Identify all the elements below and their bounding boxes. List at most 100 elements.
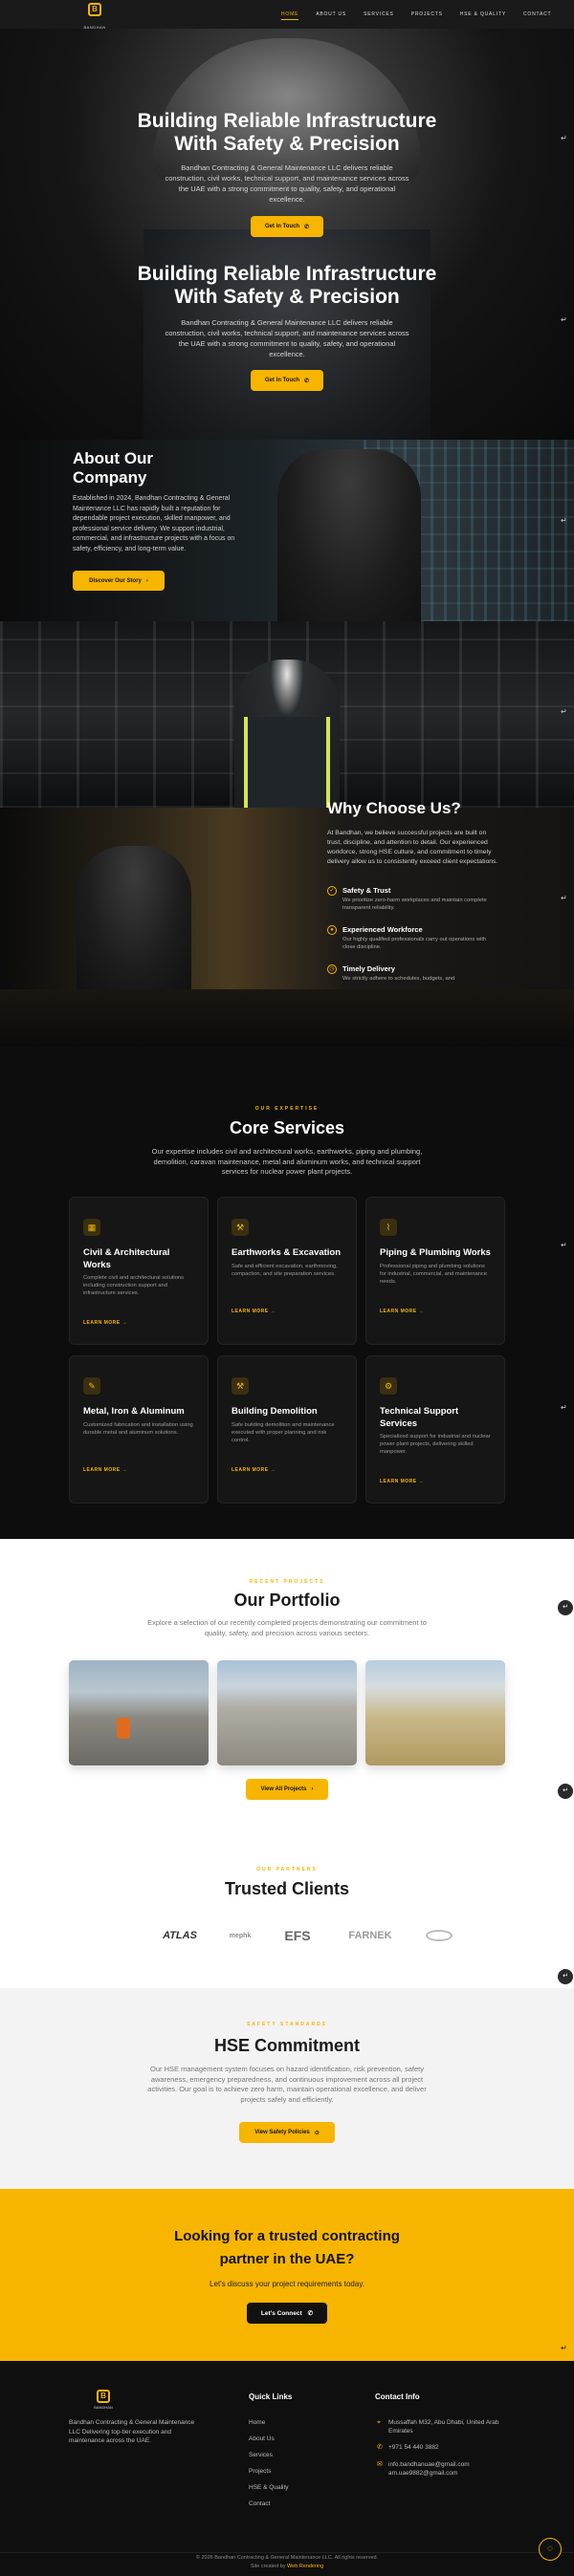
chat-icon[interactable]: ◌	[539, 2538, 562, 2561]
service-card-technical[interactable]: ⚙ Technical Support Services Specialized…	[365, 1355, 505, 1504]
side-arrow-icon[interactable]: ↵	[561, 315, 567, 324]
learn-more-link[interactable]: LEARN MORE →	[380, 1479, 424, 1484]
section-divider	[0, 989, 574, 1047]
clients-title: Trusted Clients	[224, 1879, 350, 1898]
side-arrow-icon[interactable]: ↵	[561, 707, 567, 716]
lets-connect-button[interactable]: Let's Connect ✆	[247, 2303, 327, 2324]
learn-more-link[interactable]: LEARN MORE →	[83, 1320, 127, 1326]
nav-link-services[interactable]: SERVICES	[364, 11, 394, 20]
project-image-3[interactable]	[365, 1660, 505, 1765]
hse-eyebrow: SAFETY STANDARDS	[246, 2022, 328, 2027]
learn-more-link[interactable]: LEARN MORE →	[83, 1467, 127, 1473]
worker-image	[277, 449, 421, 621]
services-eyebrow: OUR EXPERTISE	[254, 1106, 320, 1112]
shield-icon: ⊙	[314, 2130, 320, 2136]
portfolio-title: Our Portfolio	[233, 1591, 341, 1610]
footer-email[interactable]: ✉ info.bandhanuae@gmail.com am.uae9882@g…	[377, 2460, 470, 2478]
discover-story-button[interactable]: Discover Our Story ›	[73, 571, 165, 591]
hero-description: Bandhan Contracting & General Maintenanc…	[165, 163, 409, 204]
learn-more-link[interactable]: LEARN MORE →	[380, 1309, 424, 1314]
wrench-icon: ✎	[83, 1377, 100, 1395]
hammer-icon: ⚒	[232, 1377, 249, 1395]
contact-info-title: Contact Info	[375, 2392, 420, 2401]
cta-subtitle: Let's discuss your project requirements …	[210, 2280, 364, 2288]
hero-title: Building Reliable Infrastructure With Sa…	[137, 110, 437, 155]
learn-more-link[interactable]: LEARN MORE →	[232, 1309, 276, 1314]
view-safety-policies-button[interactable]: View Safety Policies ⊙	[239, 2122, 335, 2143]
footer-link-contact[interactable]: Contact	[249, 2500, 270, 2507]
hero-description-repeat: Bandhan Contracting & General Maintenanc…	[165, 318, 409, 358]
feature-workforce: ● Experienced Workforce Our highly quali…	[327, 925, 499, 954]
footer-divider	[0, 2552, 574, 2553]
side-arrow-icon[interactable]: ↵	[561, 1403, 567, 1412]
footer-address: ⌖ Mussaffah M32, Abu Dhabi, United Arab …	[377, 2419, 499, 2435]
phone-icon: ✆	[377, 2444, 383, 2451]
footer-phone[interactable]: ✆ +971 54 440 3882	[377, 2443, 439, 2452]
client-logo-atlas: ATLAS	[163, 1930, 197, 1941]
pipe-icon: ⌇	[380, 1219, 397, 1236]
service-card-demolition[interactable]: ⚒ Building Demolition Safe building demo…	[217, 1355, 357, 1504]
building-icon: ▦	[83, 1219, 100, 1236]
side-arrow-icon[interactable]: ↵	[561, 1241, 567, 1249]
footer-link-about[interactable]: About Us	[249, 2435, 275, 2442]
phone-icon: ✆	[304, 224, 310, 230]
footer-link-hse[interactable]: HSE & Quality	[249, 2484, 289, 2491]
get-in-touch-button[interactable]: Get in Touch ✆	[251, 216, 323, 237]
copyright: © 2026 Bandhan Contracting & General Mai…	[195, 2555, 379, 2561]
clients-eyebrow: OUR PARTNERS	[256, 1867, 318, 1872]
side-arrow-icon[interactable]: ↵	[561, 516, 567, 525]
view-all-projects-button[interactable]: View All Projects ›	[246, 1779, 328, 1800]
service-card-civil[interactable]: ▦ Civil & Architectural Works Complete c…	[69, 1197, 209, 1345]
logo-mark-icon: B	[97, 2390, 110, 2403]
worker-image	[77, 846, 191, 989]
phone-icon: ✆	[304, 378, 310, 384]
worker-band-image	[0, 621, 574, 808]
top-navbar: B BANDHAN HOME ABOUT US SERVICES PROJECT…	[0, 0, 574, 30]
footer-link-services[interactable]: Services	[249, 2452, 273, 2458]
client-logo-farnek: FARNEK	[348, 1930, 392, 1941]
service-card-piping[interactable]: ⌇ Piping & Plumbing Works Professional p…	[365, 1197, 505, 1345]
side-arrow-icon[interactable]: ↵	[561, 2344, 567, 2352]
footer-link-home[interactable]: Home	[249, 2419, 265, 2426]
side-arrow-icon[interactable]: ↵	[561, 134, 567, 142]
location-pin-icon: ⌖	[377, 2419, 381, 2426]
shield-icon: ✓	[327, 886, 337, 896]
cta-section	[0, 2189, 574, 2361]
project-image-2[interactable]	[217, 1660, 357, 1765]
get-in-touch-button-repeat[interactable]: Get in Touch ✆	[251, 370, 323, 391]
clients-section	[0, 1854, 574, 1988]
arrow-icon: ›	[311, 1786, 314, 1792]
side-arrow-icon[interactable]: ↵	[558, 1600, 573, 1615]
safety-vest-image	[244, 717, 330, 808]
side-arrow-icon[interactable]: ↵	[558, 1784, 573, 1799]
feature-safety: ✓ Safety & Trust We prioritize zero-harm…	[327, 886, 499, 915]
clock-icon: ◷	[327, 964, 337, 974]
portfolio-description: Explore a selection of our recently comp…	[147, 1618, 427, 1637]
nav-link-home[interactable]: HOME	[281, 11, 299, 20]
phone-icon: ✆	[307, 2310, 314, 2317]
client-logo-efs: EFS	[284, 1928, 311, 1943]
hse-title: HSE Commitment	[213, 2036, 360, 2055]
hse-description: Our HSE management system focuses on haz…	[147, 2065, 427, 2104]
service-card-earthworks[interactable]: ⚒ Earthworks & Excavation Safe and effic…	[217, 1197, 357, 1345]
project-image-1[interactable]	[69, 1660, 209, 1765]
side-arrow-icon[interactable]: ↵	[561, 894, 567, 902]
client-logo-1	[78, 1925, 136, 1946]
service-card-metal[interactable]: ✎ Metal, Iron & Aluminum Customized fabr…	[69, 1355, 209, 1504]
mail-icon: ✉	[377, 2461, 383, 2468]
client-logo-7	[471, 1925, 509, 1946]
nav-link-projects[interactable]: PROJECTS	[411, 11, 443, 20]
gear-icon: ⚙	[380, 1377, 397, 1395]
nav-link-about[interactable]: ABOUT US	[316, 11, 346, 20]
client-oval-logo	[426, 1930, 453, 1941]
nav-links: HOME ABOUT US SERVICES PROJECTS HSE & QU…	[281, 11, 551, 20]
side-arrow-icon[interactable]: ↵	[558, 1969, 573, 1984]
nav-link-contact[interactable]: CONTACT	[523, 11, 551, 20]
client-logo-mephk: mephk	[229, 1932, 252, 1939]
credit-link[interactable]: Web Rendering	[287, 2564, 323, 2569]
learn-more-link[interactable]: LEARN MORE →	[232, 1467, 276, 1473]
footer-link-projects[interactable]: Projects	[249, 2468, 271, 2475]
logo-mark-icon: B	[88, 3, 101, 16]
excavator-icon: ⚒	[232, 1219, 249, 1236]
nav-link-hse[interactable]: HSE & QUALITY	[460, 11, 506, 20]
